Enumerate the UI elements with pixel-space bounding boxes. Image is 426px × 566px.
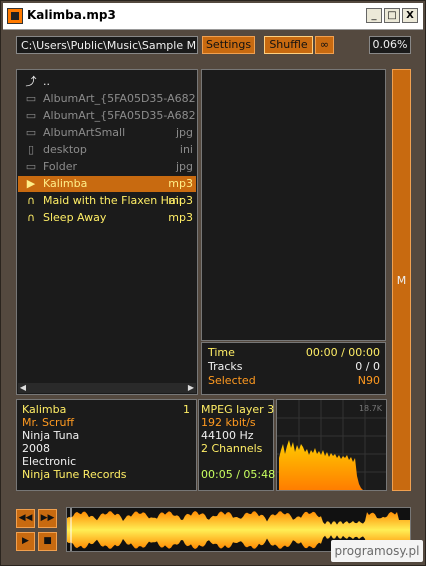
up-arrow-icon: ⤴ bbox=[25, 75, 37, 88]
format-channels: 2 Channels bbox=[201, 442, 263, 455]
progress-percent: 0.06% bbox=[369, 36, 411, 54]
file-list-item[interactable]: ▭ Folder jpg bbox=[18, 159, 196, 175]
watermark: programosy.pl bbox=[331, 540, 423, 562]
stop-icon: ■ bbox=[43, 536, 52, 546]
file-list-item[interactable]: ⤴.. bbox=[18, 74, 196, 90]
file-name: Maid with the Flaxen Hair bbox=[43, 194, 184, 207]
close-button[interactable]: X bbox=[402, 8, 418, 23]
tag-artist: Mr. Scruff bbox=[22, 416, 75, 429]
file-list-item[interactable]: ∩ Sleep Away mp3 bbox=[18, 210, 196, 226]
file-list-item[interactable]: ▭ AlbumArt_{5FA05D35-A682-4A bbox=[18, 91, 196, 107]
file-extension: mp3 bbox=[168, 194, 193, 207]
time-value: 00:00 / 00:00 bbox=[305, 346, 380, 359]
selected-label: Selected bbox=[208, 374, 256, 387]
file-name: Sleep Away bbox=[43, 211, 107, 224]
file-extension: mp3 bbox=[168, 177, 193, 190]
horizontal-scrollbar[interactable]: ◀ ▶ bbox=[18, 383, 196, 393]
tag-genre: Electronic bbox=[22, 455, 77, 468]
file-list-item[interactable]: ▭ AlbumArt_{5FA05D35-A682-4A bbox=[18, 108, 196, 124]
tag-album: Ninja Tuna bbox=[22, 429, 80, 442]
time-row: Time 00:00 / 00:00 bbox=[208, 346, 380, 359]
play-icon: ▶ bbox=[22, 536, 29, 546]
headphones-icon: ∩ bbox=[26, 211, 36, 224]
selected-row: Selected N90 bbox=[208, 374, 380, 387]
file-extension: jpg bbox=[175, 160, 193, 173]
tag-title: Kalimba bbox=[22, 403, 67, 416]
previous-button[interactable]: ◀◀ bbox=[16, 509, 35, 528]
window-title: Kalimba.mp3 bbox=[27, 8, 116, 22]
file-list[interactable]: ⤴.. ▭ AlbumArt_{5FA05D35-A682-4A ▭ AlbumArt_… bbox=[16, 69, 198, 395]
selected-value: N90 bbox=[357, 374, 380, 387]
file-list-item[interactable]: ▭ AlbumArtSmall jpg bbox=[18, 125, 196, 141]
settings-button[interactable]: Settings bbox=[202, 36, 255, 54]
shuffle-button[interactable]: Shuffle bbox=[264, 36, 313, 54]
tag-track-number: 1 bbox=[183, 403, 190, 416]
tracks-label: Tracks bbox=[208, 360, 243, 373]
spectrum-graph bbox=[277, 400, 386, 490]
image-file-icon: ▭ bbox=[25, 92, 37, 105]
file-icon: ▯ bbox=[27, 143, 35, 156]
folder-path-field[interactable]: C:\Users\Public\Music\Sample Music\ bbox=[16, 36, 198, 54]
format-samplerate: 44100 Hz bbox=[201, 429, 254, 442]
file-list-item[interactable]: ∩ Maid with the Flaxen Hair mp3 bbox=[18, 193, 196, 209]
file-list-item[interactable]: ▶ Kalimba mp3 bbox=[18, 176, 196, 192]
tracks-value: 0 / 0 bbox=[355, 360, 380, 373]
track-tags-panel: Kalimba 1 Mr. Scruff Ninja Tuna 2008 Ele… bbox=[16, 399, 197, 491]
play-button[interactable]: ▶ bbox=[16, 532, 35, 551]
tracks-row: Tracks 0 / 0 bbox=[208, 360, 380, 373]
volume-slider[interactable]: M bbox=[392, 69, 411, 491]
format-codec: MPEG layer 3 bbox=[201, 403, 275, 416]
headphones-icon: ∩ bbox=[26, 194, 36, 207]
time-label: Time bbox=[208, 346, 235, 359]
format-bitrate: 192 kbit/s bbox=[201, 416, 256, 429]
next-icon: ▶▶ bbox=[40, 513, 55, 523]
stop-button[interactable]: ■ bbox=[38, 532, 57, 551]
spectrum-analyzer: 18.7K bbox=[276, 399, 387, 491]
spectrum-max-label: 18.7K bbox=[358, 404, 382, 413]
file-name: AlbumArtSmall bbox=[43, 126, 126, 139]
scroll-left-icon[interactable]: ◀ bbox=[18, 383, 28, 393]
minimize-button[interactable]: _ bbox=[366, 8, 382, 23]
file-list-item[interactable]: ▯ desktop ini bbox=[18, 142, 196, 158]
file-name: .. bbox=[43, 75, 50, 88]
file-extension: ini bbox=[179, 143, 193, 156]
player-window: Kalimba.mp3 _ □ X C:\Users\Public\Music\… bbox=[0, 0, 426, 566]
image-file-icon: ▭ bbox=[25, 160, 37, 173]
format-info-panel: MPEG layer 3 192 kbit/s 44100 Hz 2 Chann… bbox=[198, 399, 276, 491]
format-position: 00:05 / 05:48 bbox=[201, 468, 276, 481]
repeat-button[interactable]: ∞ bbox=[315, 36, 334, 54]
file-name: desktop bbox=[43, 143, 87, 156]
tag-year: 2008 bbox=[22, 442, 50, 455]
file-extension: jpg bbox=[175, 126, 193, 139]
file-name: Folder bbox=[43, 160, 77, 173]
tag-label: Ninja Tune Records bbox=[22, 468, 127, 481]
file-extension: mp3 bbox=[168, 211, 193, 224]
image-file-icon: ▭ bbox=[25, 109, 37, 122]
image-file-icon: ▭ bbox=[25, 126, 37, 139]
maximize-button[interactable]: □ bbox=[384, 8, 400, 23]
file-name: AlbumArt_{5FA05D35-A682-4A bbox=[43, 109, 196, 122]
scroll-right-icon[interactable]: ▶ bbox=[186, 383, 196, 393]
file-name: AlbumArt_{5FA05D35-A682-4A bbox=[43, 92, 196, 105]
previous-icon: ◀◀ bbox=[18, 513, 33, 523]
play-icon: ▶ bbox=[26, 177, 36, 190]
title-bar[interactable]: Kalimba.mp3 _ □ X bbox=[3, 3, 423, 30]
file-name: Kalimba bbox=[43, 177, 88, 190]
app-icon bbox=[7, 8, 23, 24]
album-art-area bbox=[201, 69, 386, 341]
next-button[interactable]: ▶▶ bbox=[38, 509, 57, 528]
playlist-stats: Time 00:00 / 00:00 Tracks 0 / 0 Selected… bbox=[201, 342, 386, 395]
